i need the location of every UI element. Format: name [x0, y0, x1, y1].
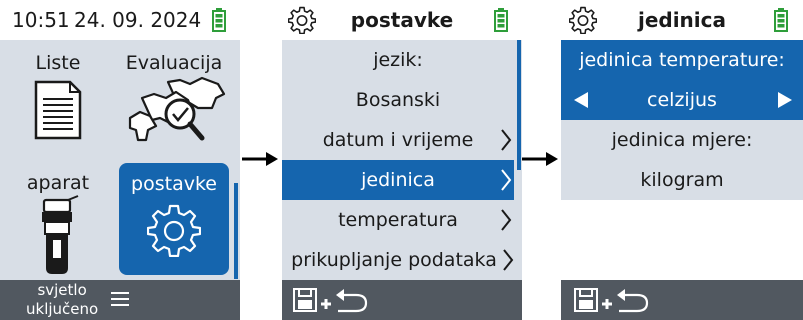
scrollbar[interactable] [234, 183, 238, 279]
arrow-right-icon [522, 152, 558, 166]
row-label: kilogram [640, 169, 724, 191]
row-label: jezik: [373, 49, 423, 71]
clock-time: 10:51 [12, 8, 70, 32]
list-document-icon [34, 80, 82, 140]
screen-title: postavke [350, 8, 454, 32]
language-value[interactable]: Bosanski [282, 80, 514, 120]
bottom-bar [561, 280, 803, 320]
screen-title: jedinica [637, 8, 727, 32]
temperature-unit-selector[interactable]: celzijus [561, 80, 803, 120]
arrow-left-icon[interactable] [573, 92, 589, 108]
chevron-right-icon [503, 249, 514, 271]
light-status-line1: svjetlo [37, 281, 87, 299]
row-label: temperatura [338, 209, 458, 231]
arrow-right-icon[interactable] [777, 92, 793, 108]
bottom-bar: svjetlo uključeno [0, 280, 240, 320]
row-label: jedinica [361, 169, 435, 191]
menu-item-date-time[interactable]: datum i vrijeme [282, 120, 514, 160]
tile-postavke[interactable]: postavke [119, 163, 229, 275]
chevron-right-icon [501, 129, 512, 151]
tile-evaluacija[interactable]: Evaluacija [116, 40, 232, 160]
settings-screen: postavke jezik: Bosanski datum i vrijeme… [282, 0, 522, 320]
light-status: svjetlo uključeno [26, 281, 98, 319]
status-bar: jedinica [561, 0, 803, 40]
measure-unit-label: jedinica mjere: [561, 120, 803, 160]
language-label: jezik: [282, 40, 514, 80]
scrollbar[interactable] [517, 40, 521, 170]
measure-unit-value[interactable]: kilogram [561, 160, 803, 200]
save-and-return-icon[interactable] [292, 287, 374, 313]
cows-magnifier-icon [128, 76, 226, 142]
tile-label: postavke [131, 173, 217, 195]
hamburger-menu-icon[interactable] [111, 291, 129, 307]
chevron-right-icon [501, 209, 512, 231]
tile-label: Evaluacija [125, 52, 223, 74]
battery-icon [774, 8, 788, 32]
menu-item-data-collection[interactable]: prikupljanje podataka [282, 240, 514, 280]
light-status-line2: uključeno [26, 300, 99, 318]
temperature-unit-label: jedinica temperature: [561, 40, 803, 80]
save-and-return-icon[interactable] [573, 287, 655, 313]
tile-label: Liste [35, 52, 81, 74]
row-label: jedinica temperature: [579, 49, 785, 71]
bottom-bar [282, 280, 522, 320]
row-label: datum i vrijeme [322, 129, 474, 151]
chevron-right-icon [501, 169, 512, 191]
status-bar: postavke [282, 0, 522, 40]
tile-aparat[interactable]: aparat [0, 160, 116, 278]
status-bar: 10:51 24. 09. 2024 [0, 0, 240, 40]
units-screen: jedinica jedinica temperature: celzijus … [561, 0, 803, 320]
current-date: 24. 09. 2024 [74, 8, 202, 32]
tile-label: aparat [26, 172, 90, 194]
handheld-device-icon [42, 195, 79, 274]
tile-liste[interactable]: Liste [0, 40, 116, 160]
row-label: celzijus [647, 89, 717, 111]
gear-icon [147, 204, 201, 257]
row-label: Bosanski [355, 89, 441, 111]
battery-icon [494, 8, 508, 32]
menu-item-units[interactable]: jedinica [282, 160, 514, 200]
row-label: jedinica mjere: [611, 129, 753, 151]
home-screen: 10:51 24. 09. 2024 Liste Evaluacija apar… [0, 0, 240, 320]
menu-item-temperature[interactable]: temperatura [282, 200, 514, 240]
row-label: prikupljanje podataka [291, 249, 497, 271]
arrow-right-icon [242, 152, 278, 166]
battery-icon [212, 8, 226, 32]
